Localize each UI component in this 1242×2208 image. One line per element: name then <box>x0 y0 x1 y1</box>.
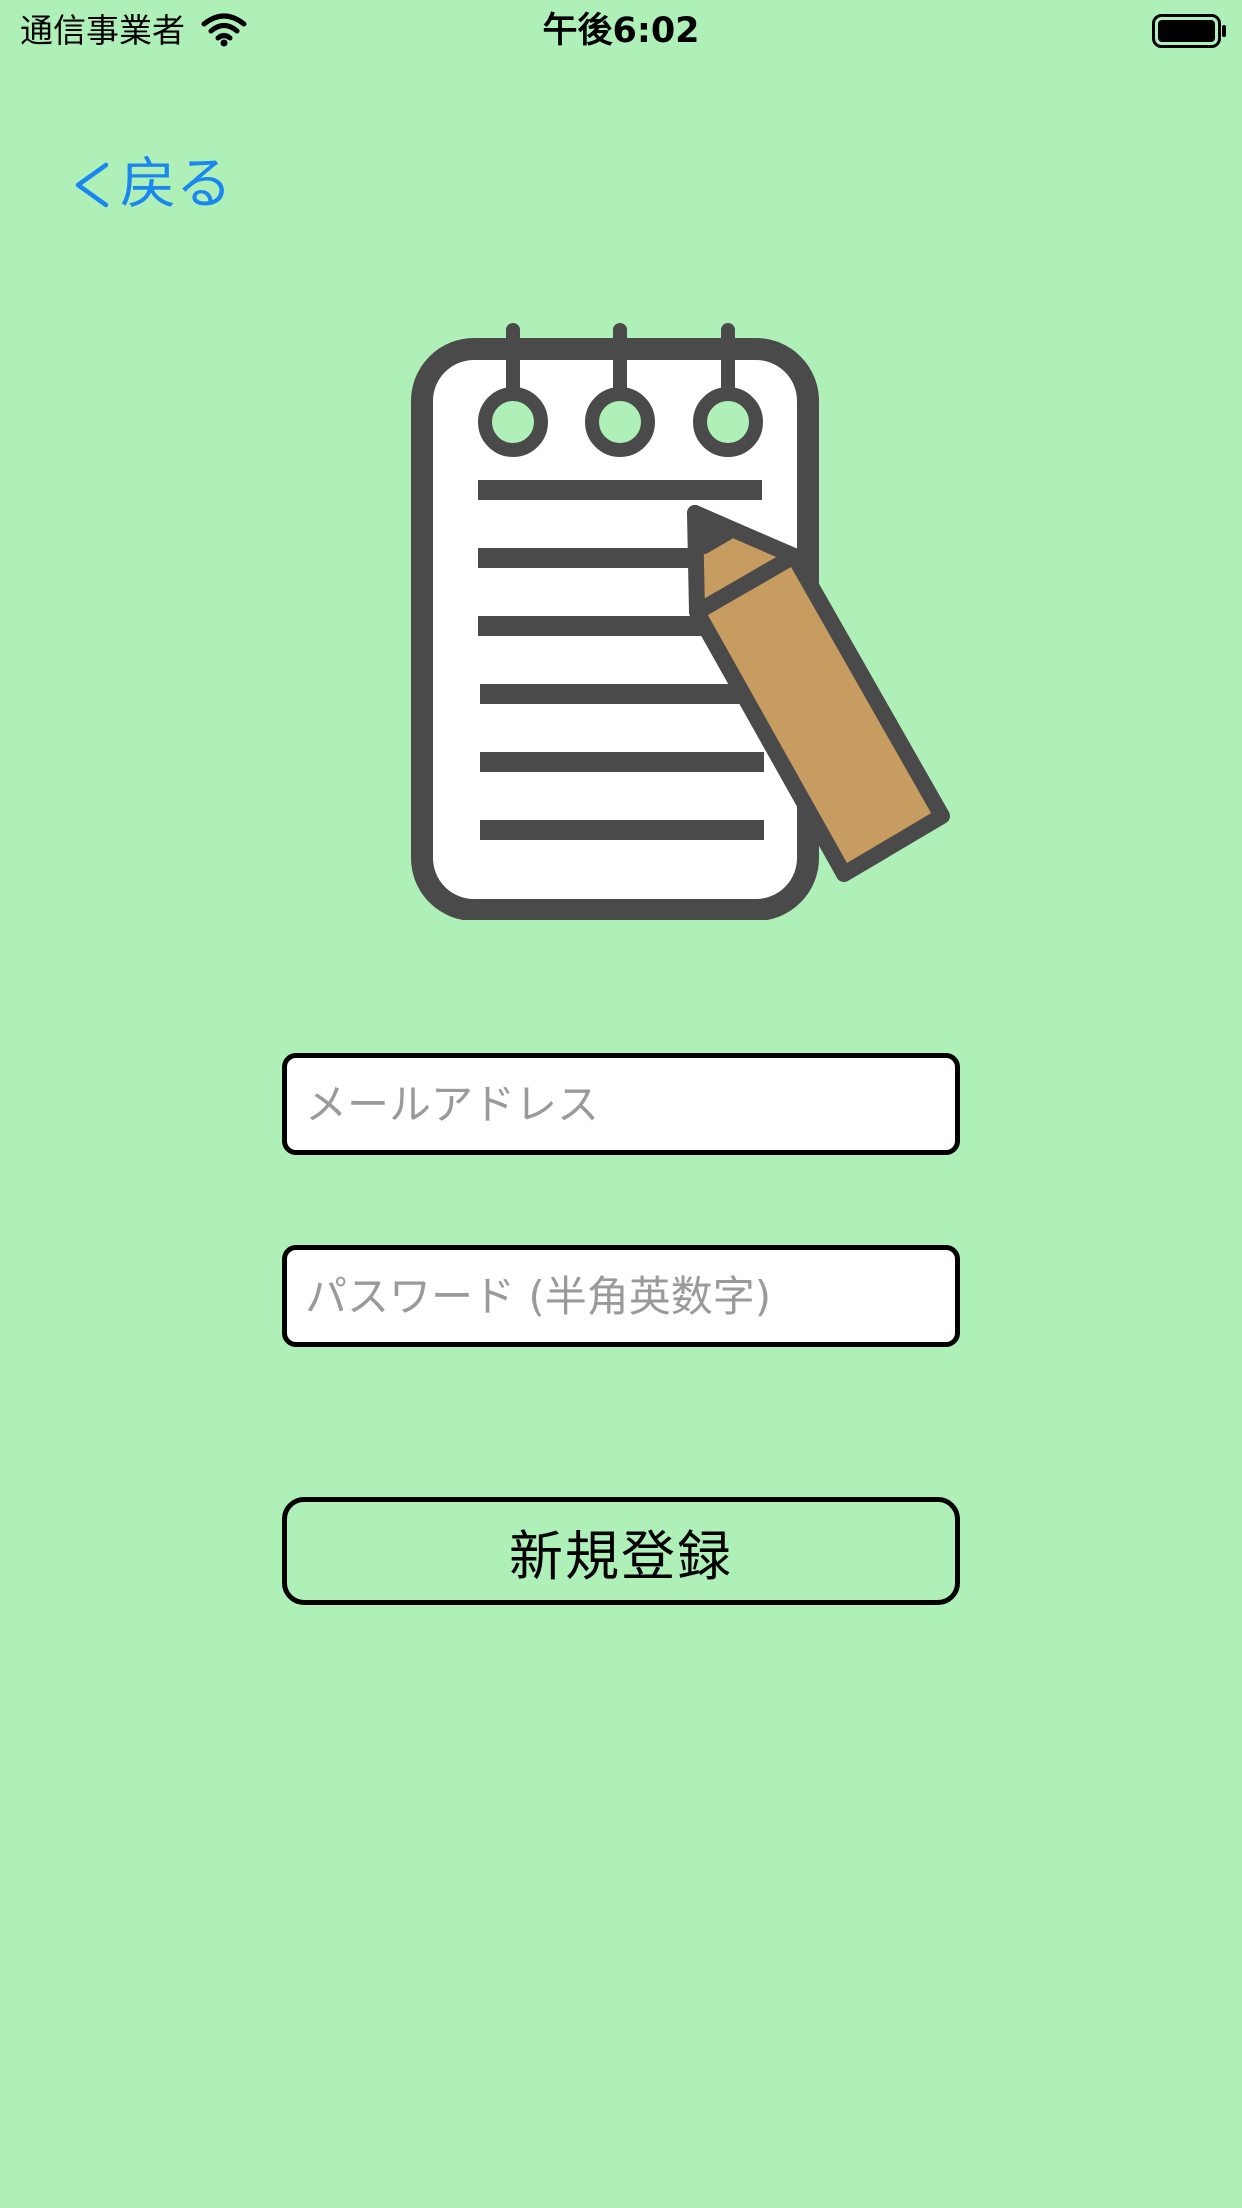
password-field[interactable] <box>282 1245 960 1347</box>
email-field[interactable] <box>282 1053 960 1155</box>
back-label: 戻る <box>120 152 232 217</box>
password-input[interactable] <box>287 1250 955 1342</box>
status-bar: 通信事業者 午後6:02 <box>0 0 1242 60</box>
signup-label: 新規登録 <box>509 1524 733 1588</box>
chevron-left-icon <box>75 162 109 208</box>
back-button[interactable]: 戻る <box>70 150 232 220</box>
email-input[interactable] <box>287 1058 955 1150</box>
notepad-pencil-icon <box>411 323 950 920</box>
signup-button[interactable]: 新規登録 <box>282 1497 960 1605</box>
battery-icon <box>1152 14 1226 48</box>
status-time: 午後6:02 <box>542 11 700 51</box>
